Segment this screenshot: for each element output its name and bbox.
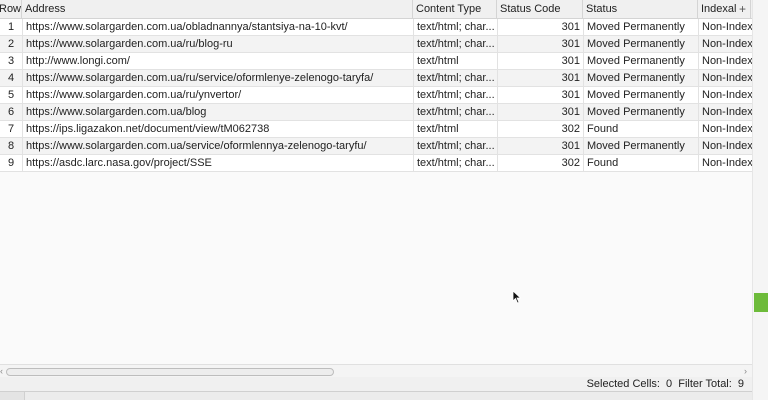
- cell-status-code[interactable]: 302: [498, 121, 584, 137]
- cell-status-code[interactable]: 302: [498, 155, 584, 171]
- cell-row-number[interactable]: 6: [0, 104, 23, 120]
- cell-status[interactable]: Found: [584, 155, 699, 171]
- cell-indexability[interactable]: Non-Index: [699, 155, 752, 171]
- column-header-address[interactable]: Address: [22, 0, 413, 18]
- add-column-icon[interactable]: +: [739, 0, 746, 18]
- status-bar: Selected Cells: 0 Filter Total: 9: [0, 377, 752, 391]
- table-row[interactable]: 2 https://www.solargarden.com.ua/ru/blog-…: [0, 36, 752, 53]
- cell-indexability[interactable]: Non-Index: [699, 36, 752, 52]
- selected-cells-label: Selected Cells:: [586, 378, 660, 390]
- scroll-right-arrow-icon[interactable]: ›: [744, 365, 750, 377]
- cell-content-type[interactable]: text/html; char...: [414, 36, 498, 52]
- column-header-indexability[interactable]: Indexal +: [698, 0, 751, 18]
- cell-row-number[interactable]: 7: [0, 121, 23, 137]
- cell-status[interactable]: Moved Permanently: [584, 104, 699, 120]
- cell-address[interactable]: http://www.longi.com/: [23, 53, 414, 69]
- vertical-scrollbar[interactable]: [752, 0, 768, 400]
- cell-address[interactable]: https://asdc.larc.nasa.gov/project/SSE: [23, 155, 414, 171]
- horizontal-scroll-thumb[interactable]: [6, 368, 334, 376]
- cell-content-type[interactable]: text/html; char...: [414, 155, 498, 171]
- cell-row-number[interactable]: 8: [0, 138, 23, 154]
- cell-status[interactable]: Found: [584, 121, 699, 137]
- filter-total-label: Filter Total:: [678, 378, 732, 390]
- cell-indexability[interactable]: Non-Index: [699, 53, 752, 69]
- cell-status-code[interactable]: 301: [498, 36, 584, 52]
- column-header-status[interactable]: Status: [583, 0, 698, 18]
- cell-content-type[interactable]: text/html: [414, 53, 498, 69]
- column-header-row[interactable]: Row: [0, 0, 22, 18]
- cell-address[interactable]: https://www.solargarden.com.ua/service/o…: [23, 138, 414, 154]
- cell-address[interactable]: https://www.solargarden.com.ua/ru/blog-r…: [23, 36, 414, 52]
- mouse-cursor-icon: [512, 290, 522, 304]
- cell-address[interactable]: https://www.solargarden.com.ua/blog: [23, 104, 414, 120]
- results-table: Row Address Content Type Status Code Sta…: [0, 0, 752, 172]
- column-header-indexability-label: Indexal: [701, 3, 737, 15]
- cell-content-type[interactable]: text/html; char...: [414, 19, 498, 35]
- cell-status-code[interactable]: 301: [498, 104, 584, 120]
- cell-address[interactable]: https://ips.ligazakon.net/document/view/…: [23, 121, 414, 137]
- cell-content-type[interactable]: text/html; char...: [414, 104, 498, 120]
- cell-row-number[interactable]: 5: [0, 87, 23, 103]
- cell-indexability[interactable]: Non-Index: [699, 19, 752, 35]
- selected-cells-value: 0: [666, 378, 673, 390]
- cell-status-code[interactable]: 301: [498, 19, 584, 35]
- cell-status-code[interactable]: 301: [498, 53, 584, 69]
- cell-status[interactable]: Moved Permanently: [584, 70, 699, 86]
- cell-row-number[interactable]: 2: [0, 36, 23, 52]
- cell-status[interactable]: Moved Permanently: [584, 36, 699, 52]
- cell-status[interactable]: Moved Permanently: [584, 87, 699, 103]
- table-row[interactable]: 9 https://asdc.larc.nasa.gov/project/SSE t…: [0, 155, 752, 172]
- cell-row-number[interactable]: 9: [0, 155, 23, 171]
- cell-status-code[interactable]: 301: [498, 138, 584, 154]
- cell-status[interactable]: Moved Permanently: [584, 19, 699, 35]
- table-row[interactable]: 5 https://www.solargarden.com.ua/ru/ynver…: [0, 87, 752, 104]
- cell-content-type[interactable]: text/html; char...: [414, 70, 498, 86]
- results-grid[interactable]: Row Address Content Type Status Code Sta…: [0, 0, 752, 366]
- cell-indexability[interactable]: Non-Index: [699, 70, 752, 86]
- filter-total-value: 9: [737, 378, 744, 390]
- table-row[interactable]: 1 https://www.solargarden.com.ua/obladnan…: [0, 19, 752, 36]
- cell-content-type[interactable]: text/html; char...: [414, 138, 498, 154]
- table-row[interactable]: 8 https://www.solargarden.com.ua/service/…: [0, 138, 752, 155]
- cell-row-number[interactable]: 4: [0, 70, 23, 86]
- cell-status[interactable]: Moved Permanently: [584, 138, 699, 154]
- bottom-panel-segment: [24, 392, 752, 400]
- vertical-scroll-thumb[interactable]: [754, 293, 768, 312]
- horizontal-scrollbar[interactable]: ‹ ›: [0, 364, 752, 377]
- table-row[interactable]: 3 http://www.longi.com/text/html 301 Moved …: [0, 53, 752, 70]
- cell-status[interactable]: Moved Permanently: [584, 53, 699, 69]
- cell-indexability[interactable]: Non-Index: [699, 138, 752, 154]
- table-row[interactable]: 7 https://ips.ligazakon.net/document/view…: [0, 121, 752, 138]
- cell-indexability[interactable]: Non-Index: [699, 121, 752, 137]
- cell-row-number[interactable]: 3: [0, 53, 23, 69]
- table-header: Row Address Content Type Status Code Sta…: [0, 0, 752, 19]
- cell-row-number[interactable]: 1: [0, 19, 23, 35]
- cell-indexability[interactable]: Non-Index: [699, 104, 752, 120]
- table-body: 1 https://www.solargarden.com.ua/obladnan…: [0, 19, 752, 172]
- cell-address[interactable]: https://www.solargarden.com.ua/obladnann…: [23, 19, 414, 35]
- cell-status-code[interactable]: 301: [498, 87, 584, 103]
- cell-indexability[interactable]: Non-Index: [699, 87, 752, 103]
- column-header-content-type[interactable]: Content Type: [413, 0, 497, 18]
- cell-content-type[interactable]: text/html; char...: [414, 87, 498, 103]
- bottom-panel-edge: [0, 391, 752, 400]
- cell-address[interactable]: https://www.solargarden.com.ua/ru/servic…: [23, 70, 414, 86]
- cell-status-code[interactable]: 301: [498, 70, 584, 86]
- column-header-status-code[interactable]: Status Code: [497, 0, 583, 18]
- cell-content-type[interactable]: text/html: [414, 121, 498, 137]
- table-row[interactable]: 4 https://www.solargarden.com.ua/ru/servi…: [0, 70, 752, 87]
- cell-address[interactable]: https://www.solargarden.com.ua/ru/ynvert…: [23, 87, 414, 103]
- table-row[interactable]: 6 https://www.solargarden.com.ua/blog text…: [0, 104, 752, 121]
